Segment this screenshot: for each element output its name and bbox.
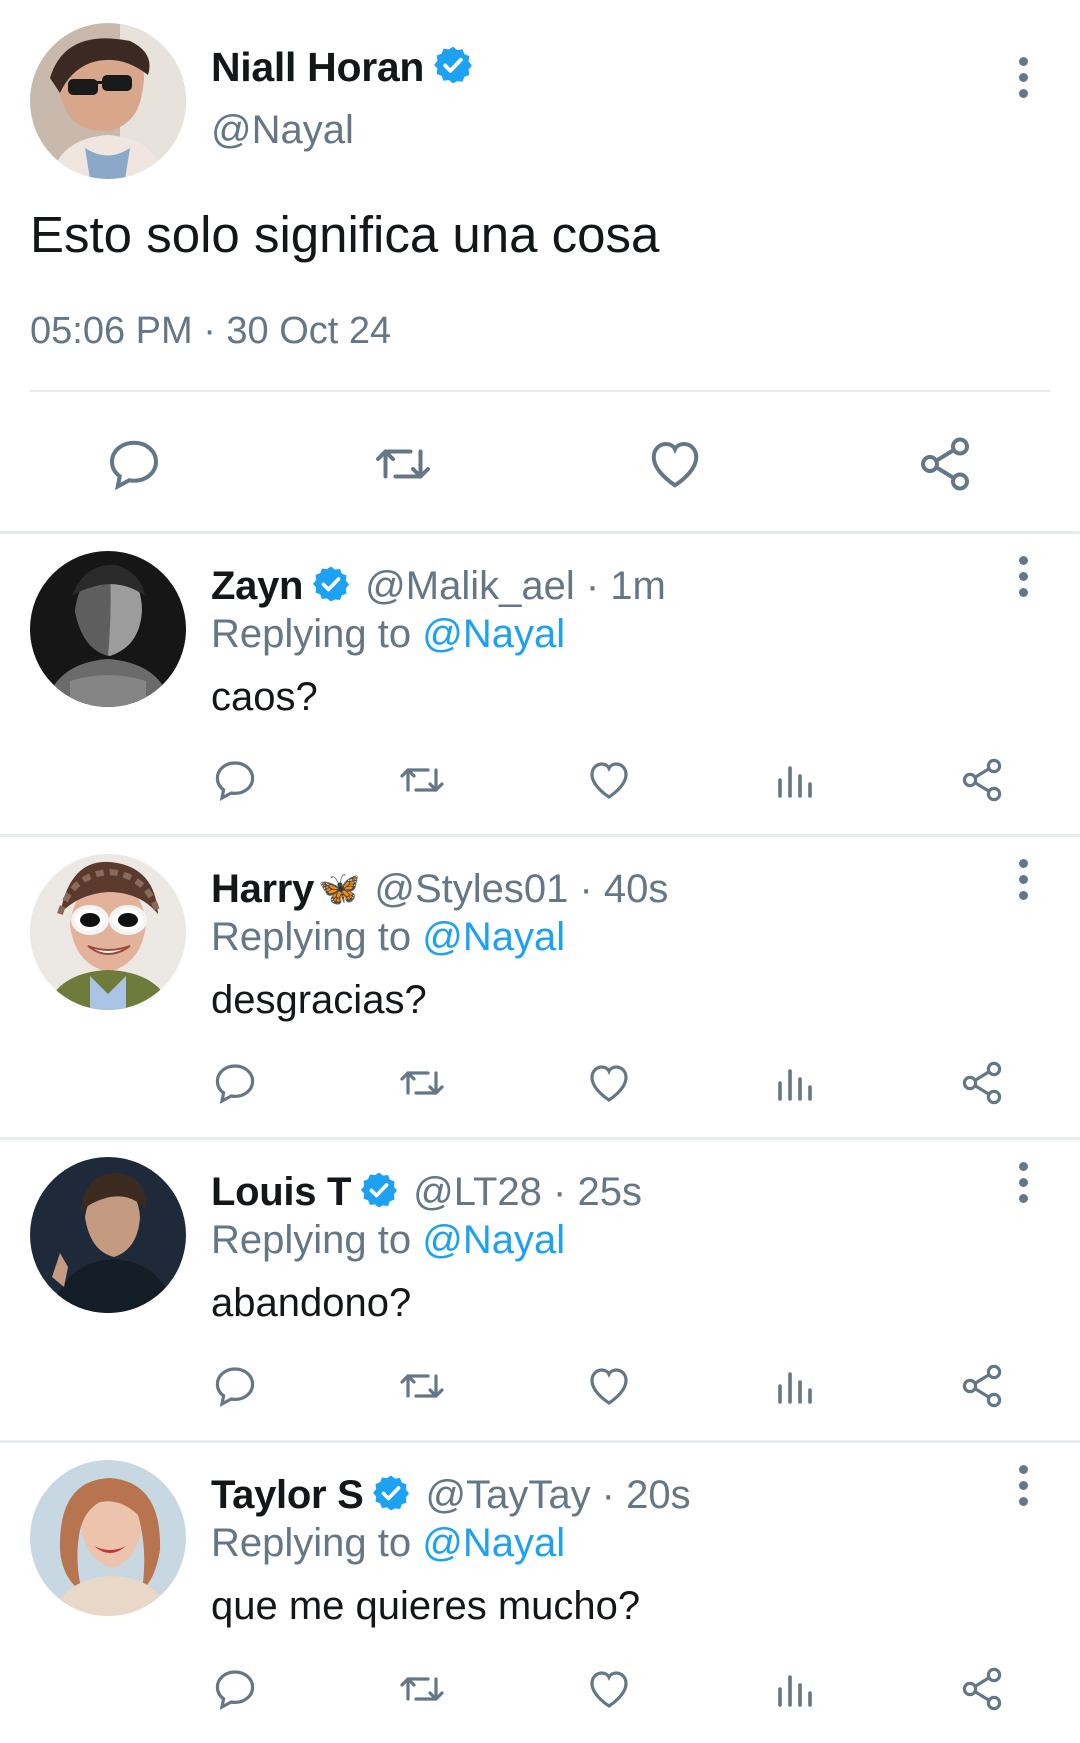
share-icon[interactable] bbox=[958, 756, 1006, 804]
avatar[interactable] bbox=[30, 1460, 186, 1616]
retweet-icon[interactable] bbox=[398, 1059, 446, 1107]
retweet-icon[interactable] bbox=[398, 1362, 446, 1410]
bar-chart-icon[interactable] bbox=[772, 1362, 820, 1410]
replying-to-label: Replying to bbox=[211, 1521, 412, 1565]
retweet-icon[interactable] bbox=[398, 1665, 446, 1713]
mention-link[interactable]: @Nayal bbox=[422, 1218, 565, 1262]
heart-icon[interactable] bbox=[585, 1362, 633, 1410]
speech-bubble-icon[interactable] bbox=[211, 756, 259, 804]
replying-to: Replying to @Nayal bbox=[211, 612, 565, 657]
share-icon[interactable] bbox=[915, 434, 975, 494]
reply-text: abandono? bbox=[211, 1281, 412, 1325]
vertical-ellipsis-icon[interactable] bbox=[1016, 57, 1030, 98]
butterfly-emoji: 🦋 bbox=[318, 870, 361, 908]
verified-badge-icon bbox=[311, 564, 351, 609]
heart-icon[interactable] bbox=[585, 1059, 633, 1107]
verified-badge-icon bbox=[371, 1473, 411, 1518]
handle-and-time[interactable]: @Malik_ael · 1m bbox=[365, 564, 666, 609]
heart-icon[interactable] bbox=[645, 434, 705, 494]
handle-and-time[interactable]: @LT28 · 25s bbox=[413, 1170, 642, 1215]
bar-chart-icon[interactable] bbox=[772, 756, 820, 804]
reply-action-bar bbox=[0, 1362, 1080, 1422]
verified-badge-icon bbox=[432, 44, 474, 91]
reply-tweet: Louis T @LT28 · 25s Replying to @Nayal a… bbox=[0, 1140, 1080, 1443]
tweet-text: Esto solo significa una cosa bbox=[30, 206, 660, 263]
reply-text: que me quieres mucho? bbox=[211, 1584, 641, 1628]
vertical-ellipsis-icon[interactable] bbox=[1016, 1465, 1030, 1506]
mention-link[interactable]: @Nayal bbox=[422, 612, 565, 656]
avatar[interactable] bbox=[30, 854, 186, 1010]
share-icon[interactable] bbox=[958, 1059, 1006, 1107]
avatar[interactable] bbox=[30, 1157, 186, 1313]
vertical-ellipsis-icon[interactable] bbox=[1016, 556, 1030, 597]
reply-tweet: Harry 🦋 @Styles01 · 40s Replying to @Nay… bbox=[0, 837, 1080, 1140]
author-name[interactable]: Taylor S bbox=[211, 1473, 364, 1518]
mention-link[interactable]: @Nayal bbox=[422, 915, 565, 959]
reply-tweet: Taylor S @TayTay · 20s Replying to @Naya… bbox=[0, 1443, 1080, 1743]
reply-action-bar bbox=[0, 1059, 1080, 1119]
reply-action-bar bbox=[0, 756, 1080, 816]
bar-chart-icon[interactable] bbox=[772, 1665, 820, 1713]
bar-chart-icon[interactable] bbox=[772, 1059, 820, 1107]
replying-to-label: Replying to bbox=[211, 915, 412, 959]
handle-and-time[interactable]: @Styles01 · 40s bbox=[374, 867, 668, 912]
replying-to: Replying to @Nayal bbox=[211, 1218, 565, 1263]
author-name[interactable]: Niall Horan bbox=[211, 44, 424, 91]
main-action-bar bbox=[0, 420, 1080, 500]
replying-to-label: Replying to bbox=[211, 1218, 412, 1262]
reply-text: desgracias? bbox=[211, 978, 427, 1022]
retweet-icon[interactable] bbox=[398, 756, 446, 804]
speech-bubble-icon[interactable] bbox=[211, 1362, 259, 1410]
heart-icon[interactable] bbox=[585, 756, 633, 804]
share-icon[interactable] bbox=[958, 1362, 1006, 1410]
retweet-icon[interactable] bbox=[373, 434, 433, 494]
tweet-thread-page: Niall Horan @Nayal Esto solo significa u… bbox=[0, 0, 1080, 1743]
vertical-ellipsis-icon[interactable] bbox=[1016, 859, 1030, 900]
share-icon[interactable] bbox=[958, 1665, 1006, 1713]
replying-to: Replying to @Nayal bbox=[211, 1521, 565, 1566]
main-tweet: Niall Horan @Nayal Esto solo significa u… bbox=[0, 0, 1080, 534]
speech-bubble-icon[interactable] bbox=[104, 434, 164, 494]
reply-tweet: Zayn @Malik_ael · 1m Replying to @Nayal … bbox=[0, 534, 1080, 837]
reply-header: Harry 🦋 @Styles01 · 40s bbox=[211, 863, 668, 915]
author-name[interactable]: Harry bbox=[211, 867, 314, 912]
avatar[interactable] bbox=[30, 551, 186, 707]
handle-and-time[interactable]: @TayTay · 20s bbox=[425, 1473, 690, 1518]
author-name[interactable]: Louis T bbox=[211, 1170, 351, 1215]
speech-bubble-icon[interactable] bbox=[211, 1665, 259, 1713]
divider bbox=[30, 390, 1050, 392]
vertical-ellipsis-icon[interactable] bbox=[1016, 1162, 1030, 1203]
tweet-timestamp[interactable]: 05:06 PM · 30 Oct 24 bbox=[30, 310, 391, 353]
speech-bubble-icon[interactable] bbox=[211, 1059, 259, 1107]
reply-header: Louis T @LT28 · 25s bbox=[211, 1166, 642, 1218]
reply-action-bar bbox=[0, 1665, 1080, 1725]
author-name[interactable]: Zayn bbox=[211, 564, 303, 609]
avatar[interactable] bbox=[30, 23, 186, 179]
reply-header: Zayn @Malik_ael · 1m bbox=[211, 560, 666, 612]
replying-to-label: Replying to bbox=[211, 612, 412, 656]
author-row: Niall Horan bbox=[211, 42, 474, 92]
mention-link[interactable]: @Nayal bbox=[422, 1521, 565, 1565]
reply-text: caos? bbox=[211, 675, 318, 719]
author-handle[interactable]: @Nayal bbox=[211, 108, 354, 153]
heart-icon[interactable] bbox=[585, 1665, 633, 1713]
verified-badge-icon bbox=[359, 1170, 399, 1215]
replying-to: Replying to @Nayal bbox=[211, 915, 565, 960]
reply-header: Taylor S @TayTay · 20s bbox=[211, 1469, 691, 1521]
